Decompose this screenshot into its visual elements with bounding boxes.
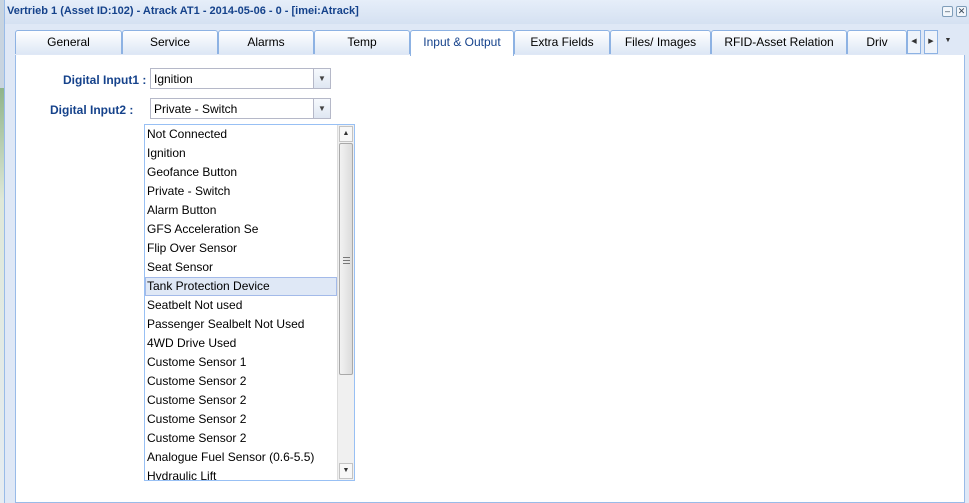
tab-temp[interactable]: Temp xyxy=(314,30,410,54)
dropdown-option[interactable]: GFS Acceleration Se xyxy=(145,220,337,239)
grip-line xyxy=(343,263,350,264)
dropdown-option[interactable]: Custome Sensor 2 xyxy=(145,410,337,429)
dropdown-option[interactable]: Seatbelt Not used xyxy=(145,296,337,315)
dropdown-option[interactable]: Analogue Fuel Sensor (0.6-5.5) xyxy=(145,448,337,467)
dropdown-option-highlighted[interactable]: Tank Protection Device xyxy=(145,277,337,296)
dropdown-option[interactable]: Custome Sensor 1 xyxy=(145,353,337,372)
dropdown-option[interactable]: Geofance Button xyxy=(145,163,337,182)
dropdown-option[interactable]: Seat Sensor xyxy=(145,258,337,277)
scroll-up-icon[interactable]: ▲ xyxy=(339,126,353,142)
tab-rfid-asset-relation[interactable]: RFID-Asset Relation xyxy=(711,30,847,54)
dropdown-option[interactable]: Custome Sensor 2 xyxy=(145,429,337,448)
tab-menu-icon[interactable]: ▼ xyxy=(941,30,955,54)
chevron-down-icon[interactable]: ▼ xyxy=(313,69,330,88)
window-titlebar[interactable]: Vertrieb 1 (Asset ID:102) - Atrack AT1 -… xyxy=(5,0,969,24)
digital-input1-value: Ignition xyxy=(154,72,193,86)
window-title: Vertrieb 1 (Asset ID:102) - Atrack AT1 -… xyxy=(7,5,359,17)
dropdown-scrollbar[interactable]: ▲ ▼ xyxy=(337,125,354,480)
tab-strip: General Service Alarms Temp Input & Outp… xyxy=(15,28,965,56)
tab-alarms[interactable]: Alarms xyxy=(218,30,314,54)
grip-line xyxy=(343,257,350,258)
tab-general[interactable]: General xyxy=(15,30,122,54)
digital-input2-value: Private - Switch xyxy=(154,102,238,116)
dropdown-option[interactable]: Not Connected xyxy=(145,125,337,144)
dropdown-option[interactable]: Private - Switch xyxy=(145,182,337,201)
digital-input2-dropdown: Not Connected Ignition Geofance Button P… xyxy=(144,124,355,481)
tab-service[interactable]: Service xyxy=(122,30,218,54)
digital-input2-combo[interactable]: Private - Switch ▼ xyxy=(150,98,331,119)
digital-input1-combo[interactable]: Ignition ▼ xyxy=(150,68,331,89)
scroll-down-icon[interactable]: ▼ xyxy=(339,463,353,479)
dropdown-option[interactable]: Custome Sensor 2 xyxy=(145,372,337,391)
dropdown-option[interactable]: 4WD Drive Used xyxy=(145,334,337,353)
dropdown-option[interactable]: Hydraulic Lift xyxy=(145,467,337,480)
digital-input2-label: Digital Input2 : xyxy=(50,103,134,117)
tab-driver[interactable]: Driv xyxy=(847,30,907,54)
minimize-icon[interactable]: – xyxy=(942,6,953,17)
dropdown-option[interactable]: Flip Over Sensor xyxy=(145,239,337,258)
tab-files-images[interactable]: Files/ Images xyxy=(610,30,711,54)
dropdown-option[interactable]: Alarm Button xyxy=(145,201,337,220)
scroll-thumb[interactable] xyxy=(339,143,353,375)
tab-scroll-right-icon[interactable]: ▶ xyxy=(924,30,938,54)
dropdown-option[interactable]: Custome Sensor 2 xyxy=(145,391,337,410)
dropdown-option[interactable]: Passenger Sealbelt Not Used xyxy=(145,315,337,334)
grip-line xyxy=(343,260,350,261)
dropdown-list: Not Connected Ignition Geofance Button P… xyxy=(145,125,338,480)
chevron-down-icon[interactable]: ▼ xyxy=(313,99,330,118)
dropdown-option[interactable]: Ignition xyxy=(145,144,337,163)
tab-extra-fields[interactable]: Extra Fields xyxy=(514,30,610,54)
tab-input-output[interactable]: Input & Output xyxy=(410,30,514,56)
tab-scroll-left-icon[interactable]: ◀ xyxy=(907,30,921,54)
close-icon[interactable]: ✕ xyxy=(956,6,967,17)
digital-input1-label: Digital Input1 : xyxy=(63,73,147,87)
